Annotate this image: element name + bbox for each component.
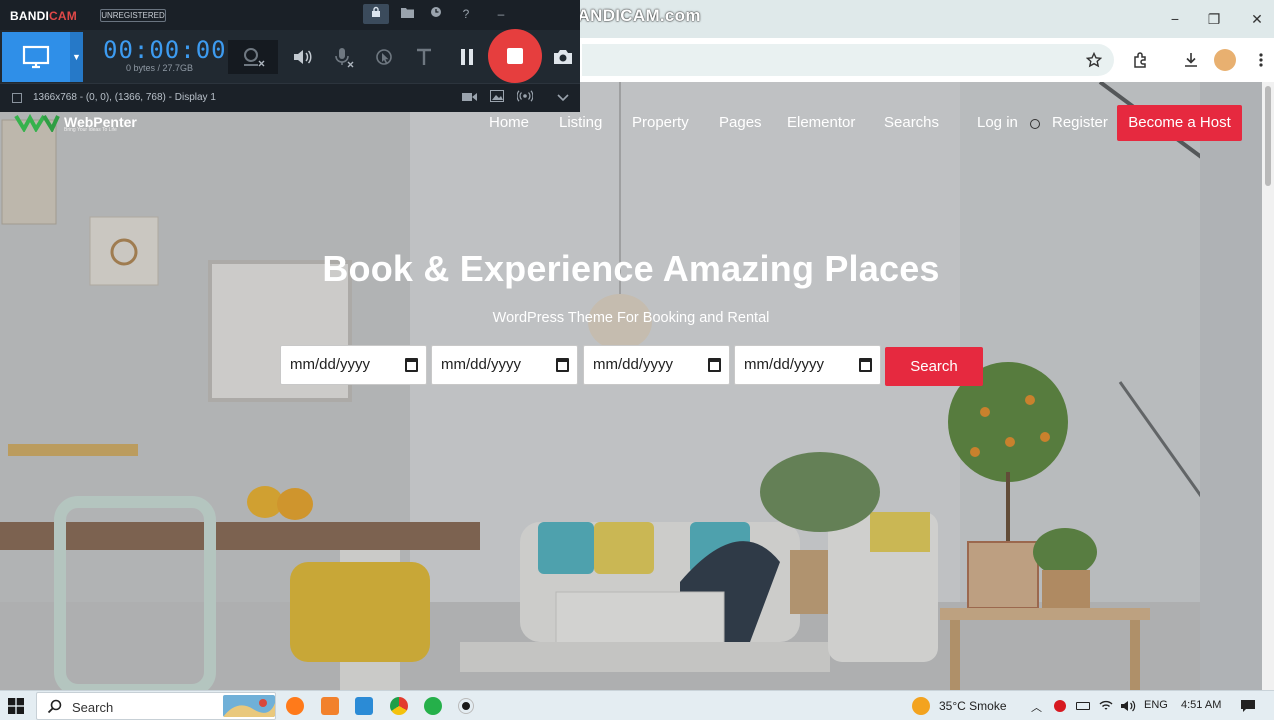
date-input-1[interactable]: mm/dd/yyyy [280, 345, 427, 385]
wifi-icon[interactable] [1099, 699, 1113, 713]
webcam-icon[interactable] [228, 40, 278, 74]
notifications-icon[interactable] [1240, 699, 1256, 713]
taskbar-search-box[interactable]: Search [36, 692, 276, 720]
date-input-4[interactable]: mm/dd/yyyy [734, 345, 881, 385]
broadcast-icon[interactable] [512, 88, 538, 108]
nav-item-home[interactable]: Home [489, 114, 529, 131]
image-icon[interactable] [484, 88, 510, 108]
bandicam-header: BANDICAM UNREGISTERED ? – [0, 0, 580, 30]
search-button[interactable]: Search [885, 347, 983, 386]
calendar-icon[interactable] [405, 358, 418, 372]
windows-start-icon[interactable] [8, 698, 24, 714]
bandicam-status-bar: 1366x768 - (0, 0), (1366, 768) - Display… [0, 83, 580, 112]
lock-icon[interactable] [363, 4, 389, 24]
become-host-button[interactable]: Become a Host [1117, 105, 1242, 141]
pause-icon[interactable] [451, 40, 483, 74]
whatsapp-icon[interactable] [424, 697, 442, 715]
bookmark-star-icon[interactable] [1082, 48, 1106, 72]
nav-item-pages[interactable]: Pages [719, 114, 762, 131]
chrome-icon[interactable] [390, 697, 408, 715]
search-icon [47, 699, 62, 714]
maximize-window-button[interactable]: ❐ [1203, 8, 1225, 30]
minimize-window-button[interactable]: − [1164, 8, 1186, 30]
speaker-icon[interactable] [286, 40, 318, 74]
date-placeholder: mm/dd/yyyy [744, 356, 825, 373]
hero-overlay [0, 82, 1262, 690]
nav-item-login[interactable]: Log in [977, 114, 1018, 131]
vscode-icon[interactable] [355, 697, 373, 715]
capture-region-info: 1366x768 - (0, 0), (1366, 768) - Display… [33, 92, 216, 103]
screen: www.BANDICAM.com − ❐ ✕ WebPenter Bring Y… [0, 0, 1274, 720]
profile-avatar[interactable] [1214, 49, 1236, 71]
recording-size: 0 bytes / 27.7GB [126, 63, 194, 73]
date-placeholder: mm/dd/yyyy [441, 356, 522, 373]
firefox-icon[interactable] [286, 697, 304, 715]
input-language[interactable]: ENG [1144, 699, 1168, 711]
stop-icon [507, 48, 523, 64]
stop-recording-button[interactable] [488, 29, 542, 83]
nav-item-register[interactable]: Register [1052, 114, 1108, 131]
nav-item-searchs[interactable]: Searchs [884, 114, 939, 131]
search-highlight-image [223, 695, 275, 717]
windows-taskbar: Search 35°C Smoke ︿ ENG 4:51 AM [0, 690, 1274, 720]
folder-icon[interactable] [394, 4, 420, 24]
bandicam-taskbar-icon[interactable] [459, 699, 473, 713]
extensions-puzzle-icon[interactable] [1129, 48, 1153, 72]
camera-icon[interactable] [547, 40, 579, 74]
taskbar-search-label: Search [72, 700, 114, 715]
clock-icon[interactable] [423, 4, 449, 24]
date-input-2[interactable]: mm/dd/yyyy [431, 345, 578, 385]
page-scrollbar[interactable] [1262, 82, 1274, 690]
screen-mode-dropdown[interactable]: ▼ [70, 32, 83, 82]
region-checkbox-icon[interactable] [12, 93, 22, 103]
recording-timer: 00:00:00 [103, 36, 227, 64]
user-circle-icon [1030, 119, 1040, 129]
unregistered-badge: UNREGISTERED [100, 9, 166, 22]
hero-subtitle: WordPress Theme For Booking and Rental [492, 310, 770, 326]
hero-section: WebPenter Bring Your Ideas To Life Home … [0, 82, 1262, 690]
scroll-thumb[interactable] [1265, 86, 1271, 186]
calendar-icon[interactable] [859, 358, 872, 372]
screen-mode-button[interactable] [2, 32, 70, 82]
monitor-icon [22, 45, 50, 69]
date-placeholder: mm/dd/yyyy [290, 356, 371, 373]
more-menu-icon[interactable] [1249, 48, 1273, 72]
nav-item-property[interactable]: Property [632, 114, 689, 131]
calendar-icon[interactable] [556, 358, 569, 372]
calendar-icon[interactable] [708, 358, 721, 372]
chevron-up-icon[interactable]: ︿ [1031, 699, 1042, 715]
battery-icon[interactable] [1076, 702, 1090, 710]
minimize-icon[interactable]: – [488, 4, 514, 24]
nav-item-listing[interactable]: Listing [559, 114, 602, 131]
close-window-button[interactable]: ✕ [1246, 8, 1268, 30]
video-icon[interactable] [456, 88, 482, 108]
hero-title: Book & Experience Amazing Places [322, 248, 940, 289]
date-placeholder: mm/dd/yyyy [593, 356, 674, 373]
download-icon[interactable] [1179, 48, 1203, 72]
volume-icon[interactable] [1120, 699, 1136, 713]
weather-text[interactable]: 35°C Smoke [939, 699, 1007, 713]
bandicam-brand: BANDICAM [10, 9, 77, 23]
nav-item-elementor[interactable]: Elementor [787, 114, 855, 131]
bandicam-recorder-panel: BANDICAM UNREGISTERED ? – ▼ 00:00:00 0 b… [0, 0, 580, 112]
help-icon[interactable]: ? [453, 4, 479, 24]
recording-tray-icon[interactable] [1054, 700, 1066, 712]
system-clock[interactable]: 4:51 AM [1181, 699, 1221, 711]
weather-icon[interactable] [912, 697, 930, 715]
microphone-icon[interactable] [328, 40, 360, 74]
text-overlay-icon[interactable] [408, 40, 440, 74]
chevron-down-icon[interactable] [550, 88, 576, 108]
address-bar[interactable] [582, 44, 1114, 76]
cursor-effect-icon[interactable] [368, 40, 400, 74]
date-input-3[interactable]: mm/dd/yyyy [583, 345, 730, 385]
xampp-icon[interactable] [321, 697, 339, 715]
